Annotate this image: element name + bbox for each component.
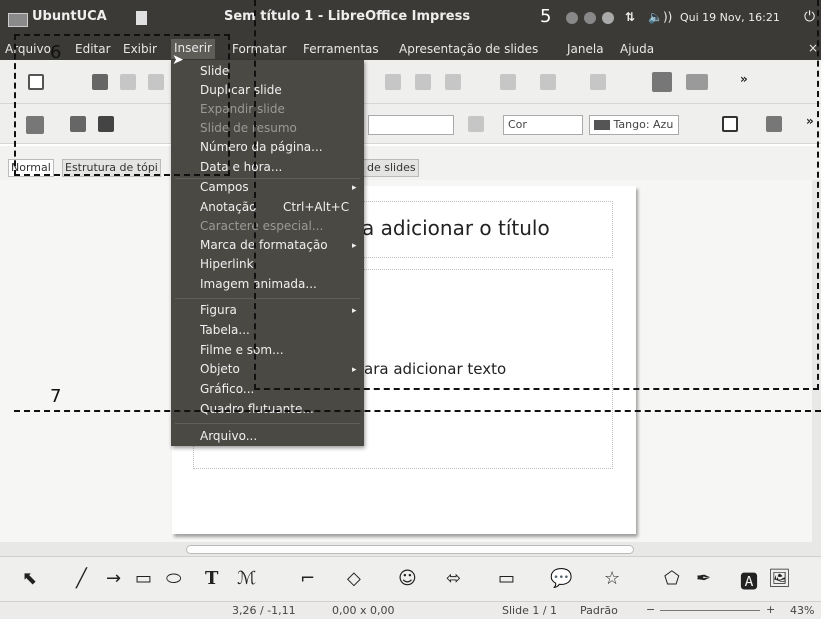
annotation-box-6 [14, 34, 230, 176]
zoom-slider[interactable] [660, 610, 760, 611]
menuitem-anotacao[interactable]: Anotação [200, 200, 257, 214]
status-bar: 3,26 / -1,11 0,00 x 0,00 Slide 1 / 1 Pad… [0, 601, 821, 619]
annotation-label-5: 5 [540, 6, 552, 27]
ellipse-icon[interactable]: ⬭ [166, 568, 181, 589]
menuitem-campos[interactable]: Campos [200, 180, 249, 194]
app-menu-icon[interactable] [8, 13, 28, 27]
menuitem-figura[interactable]: Figura [200, 303, 237, 317]
layout-name: Padrão [580, 604, 618, 617]
rectangle-icon[interactable]: ▭ [135, 568, 152, 589]
from-file-icon[interactable]: 🖼 [768, 568, 791, 589]
zoom-out-button[interactable]: − [646, 603, 655, 616]
annotation-label-7: 7 [50, 386, 62, 407]
stars-icon[interactable]: ☆ [604, 568, 620, 589]
menuitem-arquivo[interactable]: Arquivo... [200, 429, 257, 443]
glue-points-icon[interactable]: ✒ [696, 568, 711, 589]
line-icon[interactable]: ╱ [76, 568, 87, 589]
block-arrows-icon[interactable]: ⬄ [446, 568, 461, 589]
annotation-box-5 [254, 0, 819, 390]
menuitem-tabela[interactable]: Tabela... [200, 323, 250, 337]
callouts-icon[interactable]: 💬 [550, 568, 572, 589]
points-icon[interactable]: ⬠ [664, 568, 680, 589]
menu-separator [175, 423, 360, 424]
screen: UbuntUCA Sem título 1 - LibreOffice Impr… [0, 0, 821, 619]
zoom-in-button[interactable]: + [766, 603, 775, 616]
cursor-position: 3,26 / -1,11 [232, 604, 296, 617]
horizontal-scroll-thumb[interactable] [186, 545, 634, 554]
symbol-shapes-icon[interactable]: ☺ [398, 568, 417, 589]
object-size: 0,00 x 0,00 [332, 604, 395, 617]
select-icon[interactable]: ⬉ [22, 568, 37, 589]
annotation-label-6: 6 [50, 42, 62, 63]
flowchart-icon[interactable]: ▭ [498, 568, 515, 589]
connector-icon[interactable]: ⌐ [300, 568, 315, 589]
curve-icon[interactable]: ℳ [237, 568, 256, 589]
menuitem-objeto[interactable]: Objeto [200, 362, 240, 376]
zoom-level[interactable]: 43% [790, 604, 814, 617]
basic-shapes-icon[interactable]: ◇ [347, 568, 361, 589]
document-icon [136, 11, 147, 25]
fontwork-icon[interactable]: 🅰 [740, 568, 758, 594]
annotation-line-7 [14, 410, 821, 412]
menuitem-hiperlink[interactable]: Hiperlink [200, 257, 254, 271]
text-icon[interactable]: T [205, 568, 218, 589]
app-name[interactable]: UbuntUCA [32, 9, 107, 24]
menuitem-grafico[interactable]: Gráfico... [200, 382, 254, 396]
arrow-line-icon[interactable]: → [106, 568, 121, 589]
slide-counter: Slide 1 / 1 [502, 604, 558, 617]
menuitem-quadro-flutuante[interactable]: Quadro flutuante... [200, 402, 314, 416]
